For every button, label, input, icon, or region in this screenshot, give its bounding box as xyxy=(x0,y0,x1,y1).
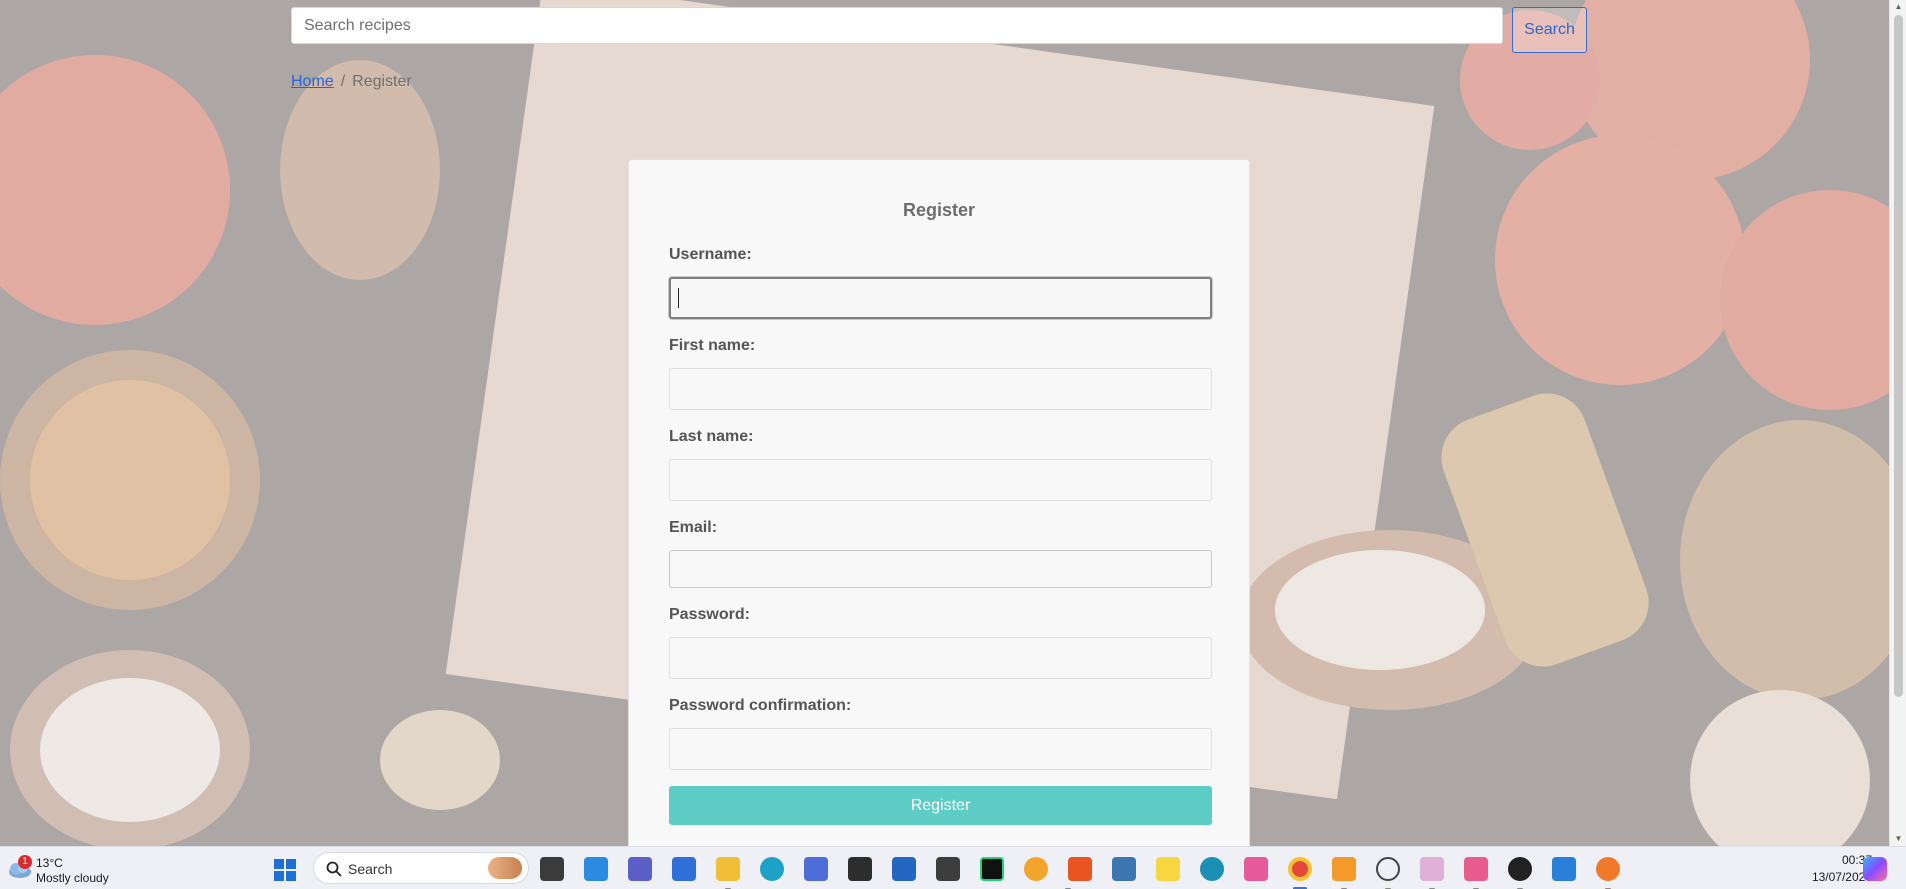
last-name-label: Last name: xyxy=(669,428,754,445)
weather-condition: Mostly cloudy xyxy=(36,871,109,885)
app-icon[interactable] xyxy=(1024,857,1048,881)
paint-icon[interactable] xyxy=(1552,857,1576,881)
text-cursor xyxy=(678,288,679,308)
sublime-text-icon[interactable] xyxy=(1332,857,1356,881)
register-button[interactable]: Register xyxy=(669,786,1212,825)
app-icon[interactable] xyxy=(936,857,960,881)
email-input[interactable] xyxy=(669,550,1212,588)
notification-badge: 1 xyxy=(18,855,32,869)
password-confirmation-label: Password confirmation: xyxy=(669,697,852,714)
snipping-tool-icon[interactable] xyxy=(1464,857,1488,881)
scroll-down-arrow-icon[interactable]: ▼ xyxy=(1890,832,1906,846)
password-confirmation-input[interactable] xyxy=(669,728,1212,770)
weather-widget[interactable]: 1 13°C Mostly cloudy xyxy=(6,853,126,885)
search-input[interactable] xyxy=(291,7,1503,44)
app-icon[interactable] xyxy=(1244,857,1268,881)
scroll-up-arrow-icon[interactable]: ▲ xyxy=(1890,0,1906,14)
vscode-icon[interactable] xyxy=(584,857,608,881)
page-scrollbar[interactable]: ▲ ▼ xyxy=(1889,0,1906,846)
clock-date[interactable]: 13/07/2024 xyxy=(1782,870,1872,884)
store-icon[interactable] xyxy=(892,857,916,881)
email-label: Email: xyxy=(669,519,718,536)
register-card: Register Username: First name: Last name… xyxy=(628,159,1250,846)
taskbar-search-box[interactable]: Search xyxy=(313,852,529,884)
media-player-icon[interactable] xyxy=(1508,857,1532,881)
first-name-input[interactable] xyxy=(669,368,1212,410)
emoji-icon[interactable] xyxy=(1376,857,1400,881)
scrollbar-thumb[interactable] xyxy=(1894,15,1903,697)
python-icon[interactable] xyxy=(1112,857,1136,881)
username-input[interactable] xyxy=(669,277,1212,319)
password-input[interactable] xyxy=(669,637,1212,679)
breadcrumb-home-link[interactable]: Home xyxy=(291,73,334,90)
password-label: Password: xyxy=(669,606,750,623)
form-title: Register xyxy=(902,200,976,220)
taskbar-search-label: Search xyxy=(348,861,393,877)
sticky-notes-icon[interactable] xyxy=(1156,857,1180,881)
teams-icon[interactable] xyxy=(628,857,652,881)
breadcrumb-separator: / xyxy=(340,73,346,90)
app-icon[interactable] xyxy=(804,857,828,881)
breadcrumb-current: Register xyxy=(352,73,412,90)
app-icon[interactable] xyxy=(1596,857,1620,881)
search-button[interactable]: Search xyxy=(1512,7,1587,53)
copilot-icon[interactable] xyxy=(1863,857,1887,881)
file-explorer-icon[interactable] xyxy=(716,857,740,881)
edge-icon[interactable] xyxy=(760,857,784,881)
task-view-icon[interactable] xyxy=(540,857,564,881)
app-icon[interactable] xyxy=(1200,857,1224,881)
weather-temperature: 13°C xyxy=(36,856,63,870)
azure-data-studio-icon[interactable] xyxy=(672,857,696,881)
taskbar: 1 13°C Mostly cloudy Search 00:37 13/07/… xyxy=(0,846,1906,889)
start-icon[interactable] xyxy=(274,859,296,881)
terminal-icon[interactable] xyxy=(848,857,872,881)
pycharm-icon[interactable] xyxy=(980,857,1004,881)
username-label: Username: xyxy=(669,246,752,263)
search-icon xyxy=(326,861,342,877)
breadcrumb: Home / Register xyxy=(291,73,412,91)
first-name-label: First name: xyxy=(669,337,756,354)
last-name-input[interactable] xyxy=(669,459,1212,501)
ubuntu-icon[interactable] xyxy=(1068,857,1092,881)
chrome-icon[interactable] xyxy=(1288,857,1312,881)
slack-icon[interactable] xyxy=(1420,857,1444,881)
search-highlight-icon xyxy=(488,857,522,879)
